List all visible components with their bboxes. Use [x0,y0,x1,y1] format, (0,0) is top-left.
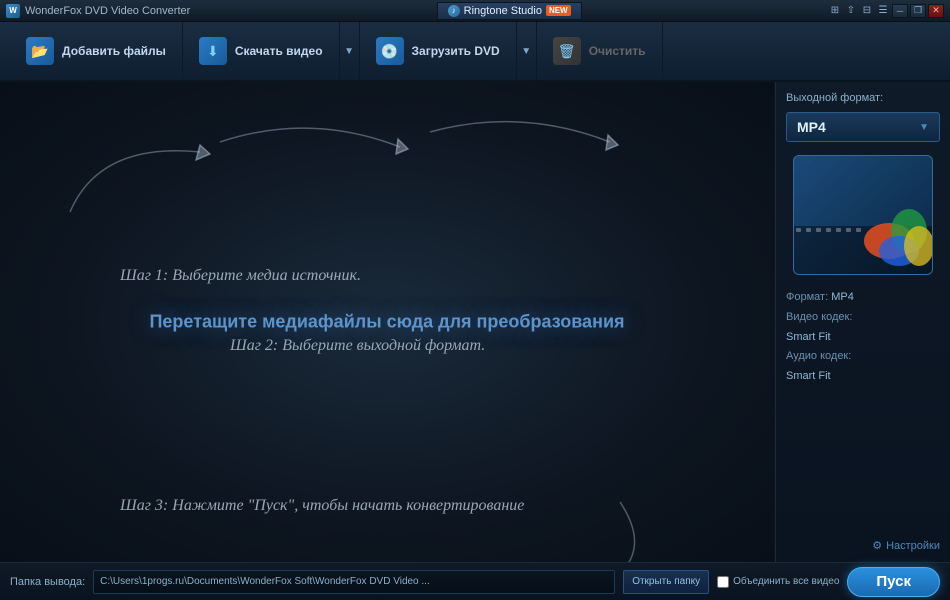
fi-ac-lbl: Аудио кодек: [786,350,851,362]
clear-icon: 🗑 [553,37,581,65]
add-files-icon: 📂 [26,37,54,65]
format-dropdown-arrow: ▼ [919,122,929,133]
load-dvd-label: Загрузить DVD [412,44,500,58]
fi-format-lbl: Формат: [786,291,828,303]
download-video-dropdown[interactable]: ▼ [340,22,360,80]
load-dvd-icon: 💿 [376,37,404,65]
clear-button[interactable]: 🗑 Очистить [537,22,663,80]
bottom-bar: Папка вывода: C:\Users\1progs.ru\Documen… [0,562,950,600]
fi-vc-lbl: Видео кодек: [786,311,852,323]
title-bar: W WonderFox DVD Video Converter ♪ Ringto… [0,0,950,22]
load-dvd-button[interactable]: 💿 Загрузить DVD [360,22,517,80]
merge-checkbox-container[interactable]: Объединить все видео [717,576,839,588]
fi-vc-val: Smart Fit [786,331,831,343]
app-title: WonderFox DVD Video Converter [25,5,190,17]
format-preview: MP4 [793,155,933,275]
format-label: Выходной формат: [786,92,940,104]
merge-label: Объединить все видео [733,576,839,587]
toolbar-icon-2: ⇧ [844,4,858,18]
download-video-icon: ⬇ [199,37,227,65]
new-badge: NEW [546,5,571,16]
toolbar-icon-3: ⊟ [860,4,874,18]
output-folder-label: Папка вывода: [10,576,85,588]
merge-checkbox-input[interactable] [717,576,729,588]
app-icon: W [6,4,20,18]
start-button[interactable]: Пуск [847,567,940,597]
add-files-label: Добавить файлы [62,44,166,58]
title-bar-center: ♪ Ringtone Studio NEW [437,2,582,20]
ringtone-tab-label: Ringtone Studio [464,5,542,17]
open-folder-button[interactable]: Открыть папку [623,570,709,594]
download-video-button[interactable]: ⬇ Скачать видео [183,22,340,80]
format-value: MP4 [797,119,826,135]
drop-area[interactable]: Шаг 1: Выберите медиа источник. Шаг 2: В… [0,82,775,562]
toolbar-icon-1: ⊞ [828,4,842,18]
close-button[interactable]: ✕ [928,4,944,18]
title-bar-controls: ⊞ ⇧ ⊟ ☰ ─ ❐ ✕ [828,4,944,18]
gear-icon: ⚙ [872,539,882,552]
right-panel: Выходной формат: MP4 ▼ MP4 [775,82,950,562]
restore-button[interactable]: ❐ [910,4,926,18]
tab-ringtone-studio[interactable]: ♪ Ringtone Studio NEW [437,2,582,20]
main-area: Шаг 1: Выберите медиа источник. Шаг 2: В… [0,82,950,562]
clear-label: Очистить [589,44,646,58]
settings-label: Настройки [886,540,940,552]
mp4-preview-art [794,156,933,275]
fi-ac-val: Smart Fit [786,370,831,382]
format-info: Формат: MP4 Видео кодек: Smart Fit Аудио… [786,288,940,387]
download-video-label: Скачать видео [235,44,323,58]
format-dropdown[interactable]: MP4 ▼ [786,112,940,142]
toolbar: 📂 Добавить файлы ⬇ Скачать видео ▼ 💿 Заг… [0,22,950,82]
load-dvd-dropdown[interactable]: ▼ [517,22,537,80]
minimize-button[interactable]: ─ [892,4,908,18]
ringtone-tab-icon: ♪ [448,5,460,17]
add-files-button[interactable]: 📂 Добавить файлы [10,22,183,80]
output-path-text: C:\Users\1progs.ru\Documents\WonderFox S… [100,576,430,587]
settings-link[interactable]: ⚙ Настройки [786,539,940,552]
title-bar-left: W WonderFox DVD Video Converter [6,4,190,18]
drag-hint-text: Перетащите медиафайлы сюда для преобразо… [149,312,624,333]
open-folder-label: Открыть папку [632,576,700,587]
output-path-field[interactable]: C:\Users\1progs.ru\Documents\WonderFox S… [93,570,615,594]
toolbar-icon-4: ☰ [876,4,890,18]
